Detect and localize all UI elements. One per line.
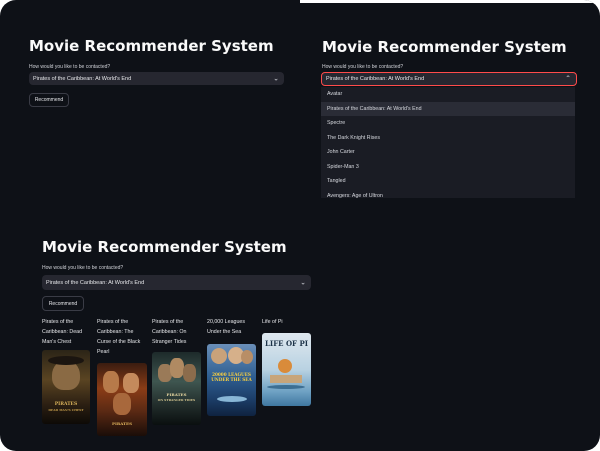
- recommendation-title: 20,000 Leagues Under the Sea: [207, 319, 245, 335]
- movie-select[interactable]: Pirates of the Caribbean: At World's End…: [29, 72, 284, 85]
- dropdown-option[interactable]: Tangled: [321, 174, 575, 189]
- dropdown-option[interactable]: The Dark Knight Rises: [321, 131, 575, 146]
- chevron-down-icon: ⌄: [300, 279, 306, 286]
- movie-select-label: How would you like to be contacted?: [29, 64, 111, 70]
- movie-select-focused[interactable]: Pirates of the Caribbean: At World's End…: [321, 72, 577, 86]
- pirates-dead-mans-chest-poster: PIRATES DEAD MAN'S CHEST: [42, 350, 90, 424]
- movie-select[interactable]: Pirates of the Caribbean: At World's End…: [42, 275, 311, 290]
- screenshot-frame: Movie Recommender System How would you l…: [0, 0, 600, 451]
- recommend-button[interactable]: Recommend: [42, 296, 84, 311]
- page-title: Movie Recommender System: [42, 238, 287, 256]
- dropdown-option[interactable]: Avengers: Age of Ultron: [321, 189, 575, 198]
- pirates-stranger-tides-poster: PIRATES ON STRANGER TIDES: [152, 352, 201, 425]
- dropdown-option-selected[interactable]: Pirates of the Caribbean: At World's End: [321, 101, 575, 116]
- movie-select-label: How would you like to be contacted?: [322, 64, 404, 70]
- chevron-up-icon: ⌃: [565, 75, 571, 83]
- movie-dropdown-list: Avatar Pirates of the Caribbean: At Worl…: [321, 87, 575, 198]
- recommendation-title: Pirates of the Caribbean: On Stranger Ti…: [152, 319, 187, 345]
- dropdown-option[interactable]: Avatar: [321, 87, 575, 102]
- recommendation-title: Pirates of the Caribbean: Dead Man's Che…: [42, 319, 83, 345]
- twenty-thousand-leagues-poster: 20000 LEAGUES UNDER THE SEA: [207, 344, 256, 416]
- pirates-black-pearl-poster: PIRATES: [97, 363, 147, 436]
- dropdown-option[interactable]: Spectre: [321, 116, 575, 131]
- dropdown-option[interactable]: Spider-Man 3: [321, 160, 575, 175]
- movie-select-value: Pirates of the Caribbean: At World's End: [326, 76, 425, 82]
- movie-select-value: Pirates of the Caribbean: At World's End: [46, 279, 145, 286]
- chevron-down-icon: ⌄: [273, 75, 279, 82]
- movie-select-label: How would you like to be contacted?: [42, 265, 124, 271]
- life-of-pi-poster: LIFE OF PI: [262, 333, 311, 406]
- dropdown-option[interactable]: John Carter: [321, 145, 575, 160]
- page-title: Movie Recommender System: [322, 38, 567, 56]
- recommend-button[interactable]: Recommend: [29, 93, 69, 107]
- top-edge-strip: [300, 0, 600, 3]
- page-title: Movie Recommender System: [29, 37, 274, 55]
- movie-select-value: Pirates of the Caribbean: At World's End: [33, 75, 132, 82]
- recommendation-title: Pirates of the Caribbean: The Curse of t…: [97, 319, 141, 355]
- recommendation-title: Life of Pi: [262, 319, 283, 325]
